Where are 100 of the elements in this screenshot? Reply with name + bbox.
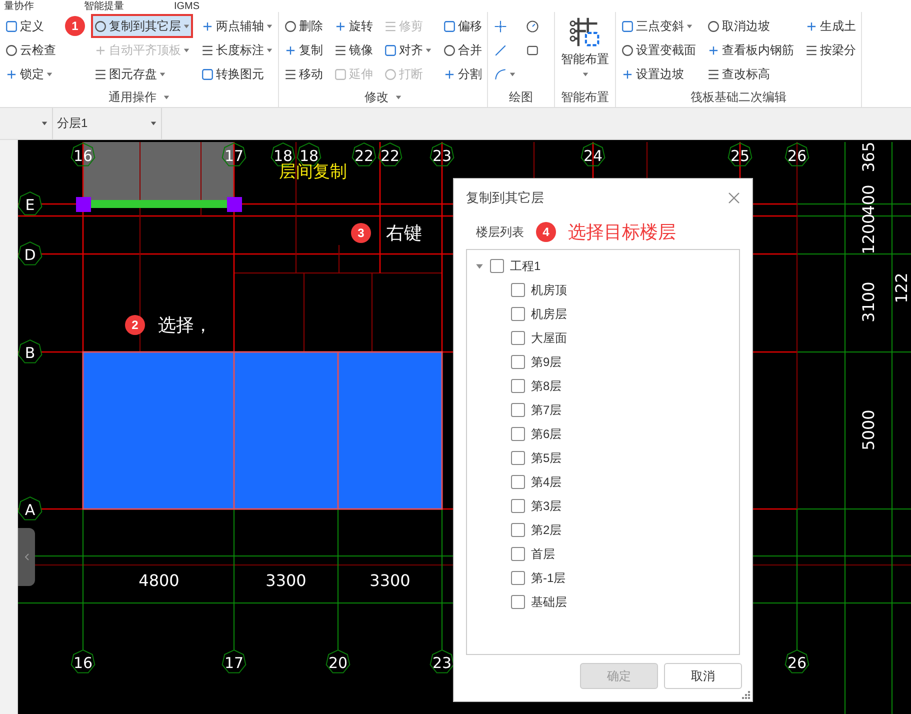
dimension-text: 122 [892, 272, 911, 304]
tool-button[interactable]: 生成土 [802, 14, 859, 38]
tool-button[interactable]: 镜像 [331, 38, 376, 62]
checkbox[interactable] [511, 571, 525, 585]
axis-label: 17 [222, 142, 246, 166]
checkbox[interactable] [511, 355, 525, 369]
tree-item-label[interactable]: 第8层 [531, 378, 562, 394]
tool-button[interactable]: 两点辅轴 [198, 14, 276, 38]
dimension-text: 4800 [138, 571, 180, 590]
circle-icon [443, 44, 456, 56]
menu-tab[interactable]: 量协作 [4, 1, 34, 12]
tool-button[interactable]: 复制 [281, 38, 326, 62]
checkbox[interactable] [511, 523, 525, 537]
axis-label: 26 [784, 142, 810, 166]
group-title-button[interactable]: 通用操作 [108, 88, 170, 106]
checkbox[interactable] [511, 403, 525, 417]
tree-item-label[interactable]: 第6层 [531, 426, 562, 442]
tree-item-label[interactable]: 大屋面 [531, 330, 567, 346]
tree-item-label[interactable]: 基础层 [531, 594, 567, 610]
checkbox[interactable] [511, 547, 525, 561]
tool-button[interactable]: 偏移 [440, 14, 485, 38]
checkbox[interactable] [490, 259, 504, 273]
tool-button[interactable]: 设置边坡 [618, 62, 699, 86]
group-title-button[interactable]: 绘图 [509, 88, 533, 106]
rectangle-icon [526, 44, 539, 56]
tool-button[interactable]: 旋转 [331, 14, 376, 38]
resize-grip-icon[interactable] [742, 691, 750, 699]
caret-icon [686, 22, 693, 30]
tree-item-label[interactable]: 第-1层 [531, 570, 566, 586]
instruction-text: 右键 [386, 222, 422, 245]
tool-button[interactable]: 定义 [2, 14, 59, 38]
tree-item-label[interactable]: 第7层 [531, 402, 562, 418]
dimension-text: 1200 [859, 214, 878, 254]
circle-icon [94, 20, 107, 32]
square-icon [5, 20, 18, 32]
menu-tab[interactable]: 智能提量 [84, 1, 124, 12]
caret-icon [41, 120, 48, 127]
tool-button[interactable]: 查看板内钢筋 [704, 38, 797, 62]
tool-button[interactable]: 设置变截面 [618, 38, 699, 62]
tool-button[interactable]: 查改标高 [704, 62, 797, 86]
group-title-button[interactable]: 筏板基础二次编辑 [690, 88, 786, 106]
tree-item-label[interactable]: 工程1 [510, 258, 541, 274]
tool-button[interactable]: 删除 [281, 14, 326, 38]
close-button[interactable] [728, 192, 740, 204]
tool-button[interactable]: 分割 [440, 62, 485, 86]
tree-item-label[interactable]: 第4层 [531, 474, 562, 490]
tool-button[interactable]: 合并 [440, 38, 485, 62]
tree-item-label[interactable]: 第2层 [531, 522, 562, 538]
tree-item-label[interactable]: 首层 [531, 546, 555, 562]
checkbox[interactable] [511, 451, 525, 465]
checkbox[interactable] [511, 427, 525, 441]
step-badge: 1 [65, 16, 85, 36]
tool-button[interactable]: 复制到其它层 [91, 14, 193, 38]
cancel-button[interactable]: 取消 [664, 663, 742, 689]
tree-item-label[interactable]: 第5层 [531, 450, 562, 466]
smart-layout-button[interactable]: 智能布置 [557, 14, 613, 88]
tool-button[interactable]: 锁定 [2, 62, 59, 86]
tree-item-label[interactable]: 机房顶 [531, 282, 567, 298]
tree-item-label[interactable]: 第9层 [531, 354, 562, 370]
menu-tab[interactable]: IGMS [174, 1, 200, 12]
circle-icon [621, 44, 634, 56]
expand-triangle-icon[interactable] [475, 262, 484, 270]
point-icon [494, 20, 507, 32]
caret-icon [266, 46, 273, 54]
checkbox[interactable] [511, 499, 525, 513]
tool-button[interactable]: 云检查 [2, 38, 59, 62]
tab[interactable]: 楼层列表 [476, 224, 524, 240]
square-icon [621, 20, 634, 32]
tool-button[interactable]: 移动 [281, 62, 326, 86]
group-title-button[interactable]: 修改 [364, 88, 402, 106]
caret-icon [394, 94, 402, 100]
circle-icon [707, 20, 720, 32]
square-icon [384, 44, 397, 56]
axis-label: 16 [70, 142, 96, 166]
checkbox[interactable] [511, 283, 525, 297]
axis-label: E [18, 191, 42, 216]
tool-button[interactable]: 按梁分 [802, 38, 859, 62]
group-title-button[interactable]: 智能布置 [561, 88, 609, 106]
tool-button[interactable]: 转换图元 [198, 62, 276, 86]
checkbox[interactable] [511, 475, 525, 489]
tree-item-label[interactable]: 机房层 [531, 306, 567, 322]
tool-button[interactable]: 取消边坡 [704, 14, 797, 38]
checkbox[interactable] [511, 595, 525, 609]
tool-button[interactable]: 图元存盘 [91, 62, 193, 86]
checkbox[interactable] [511, 379, 525, 393]
instruction-text: 选择， [158, 314, 212, 337]
lines-icon [201, 44, 214, 56]
caret-icon [266, 22, 273, 30]
caret-icon [509, 70, 516, 78]
checkbox[interactable] [511, 307, 525, 321]
caret-icon [582, 71, 588, 78]
axis-label: A [18, 496, 42, 520]
step-badge: 4 [536, 222, 556, 242]
layer-dropdown[interactable]: 分层1 [53, 108, 162, 139]
tool-button[interactable]: 对齐 [381, 38, 435, 62]
tool-button[interactable]: 长度标注 [198, 38, 276, 62]
checkbox[interactable] [511, 331, 525, 345]
axis-label: 22 [352, 142, 376, 166]
tool-button[interactable]: 三点变斜 [618, 14, 699, 38]
tree-item-label[interactable]: 第3层 [531, 498, 562, 514]
